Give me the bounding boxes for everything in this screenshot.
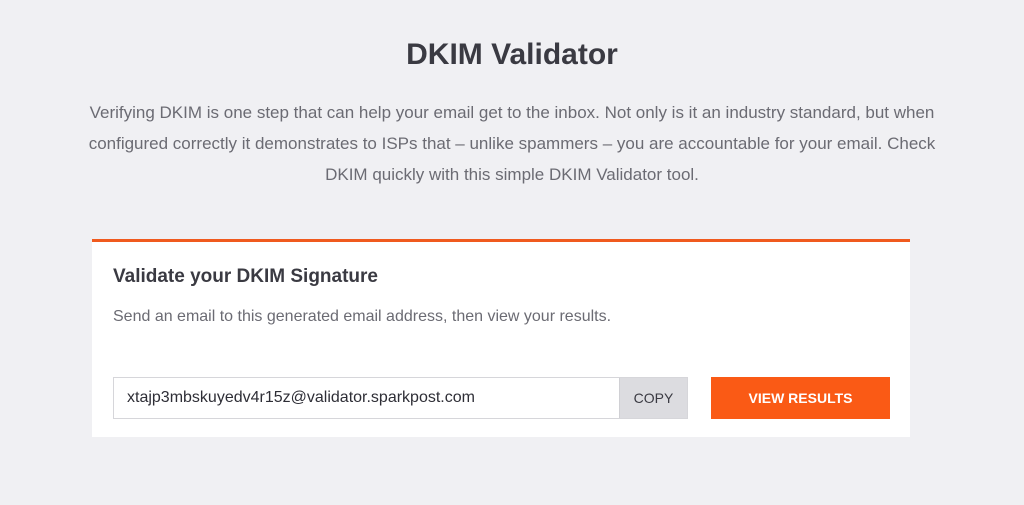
validator-card: Validate your DKIM Signature Send an ema… <box>92 239 910 437</box>
card-description: Send an email to this generated email ad… <box>113 308 612 325</box>
view-results-button[interactable]: VIEW RESULTS <box>711 377 890 419</box>
page-title: DKIM Validator <box>406 38 618 71</box>
generated-email-input[interactable] <box>114 378 619 418</box>
intro-text: Verifying DKIM is one step that can help… <box>88 103 936 184</box>
card-heading: Validate your DKIM Signature <box>113 266 378 287</box>
email-field-group: COPY <box>113 377 688 419</box>
copy-button[interactable]: COPY <box>619 378 687 418</box>
